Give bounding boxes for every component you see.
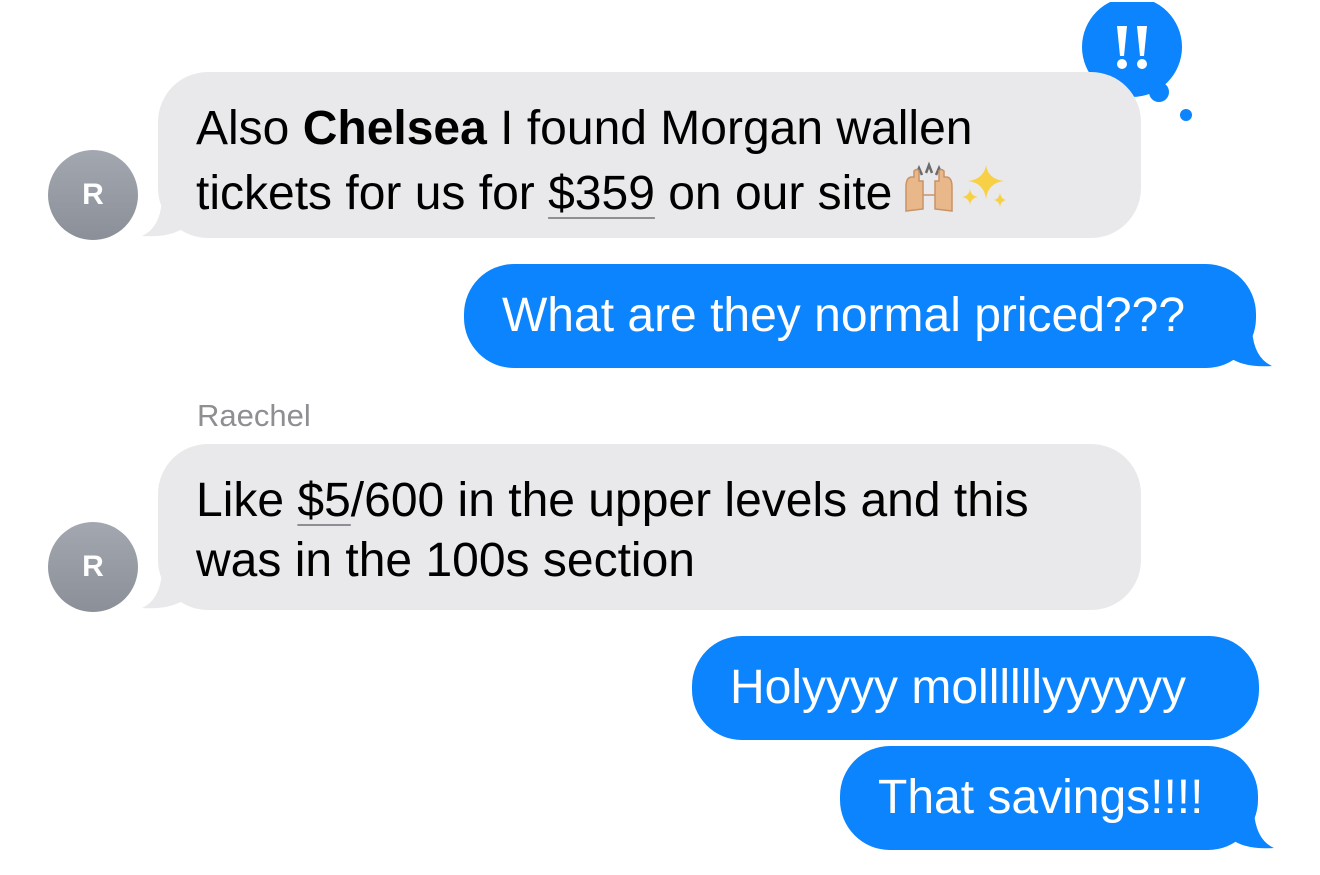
received-message-bubble[interactable]: Also Chelsea I found Morgan wallen ticke… [142, 72, 1141, 238]
raising-hands-icon [902, 159, 956, 228]
message-text: Like $5/600 in the upper levels and this… [196, 474, 1029, 587]
avatar[interactable]: R [48, 150, 138, 240]
message-text: That savings!!!! [878, 771, 1204, 824]
sent-message-bubble[interactable]: What are they normal priced??? [464, 264, 1272, 368]
price-link[interactable]: $5 [297, 474, 350, 527]
sent-message-bubble[interactable]: That savings!!!! [840, 746, 1274, 850]
sender-name: Raechel [197, 398, 311, 433]
price-link[interactable]: $359 [548, 167, 655, 220]
message-text: What are they normal priced??? [502, 289, 1186, 342]
bubble-tail [1228, 320, 1272, 367]
message-text: Also Chelsea I found Morgan wallen ticke… [196, 102, 973, 220]
received-message-bubble[interactable]: Like $5/600 in the upper levels and this… [142, 444, 1141, 610]
sent-message-bubble[interactable]: Holyyyy mollllllyyyyyy [692, 636, 1259, 740]
message-text: Holyyyy mollllllyyyyyy [730, 661, 1187, 714]
bubble-tail [142, 562, 186, 609]
avatar-initial: R [82, 550, 104, 583]
sparkles-icon [960, 159, 1010, 228]
avatar[interactable]: R [48, 522, 138, 612]
bubble-tail [1230, 802, 1274, 849]
mentioned-name: Chelsea [302, 102, 487, 155]
avatar-initial: R [82, 178, 104, 211]
bubble-tail [142, 190, 186, 237]
